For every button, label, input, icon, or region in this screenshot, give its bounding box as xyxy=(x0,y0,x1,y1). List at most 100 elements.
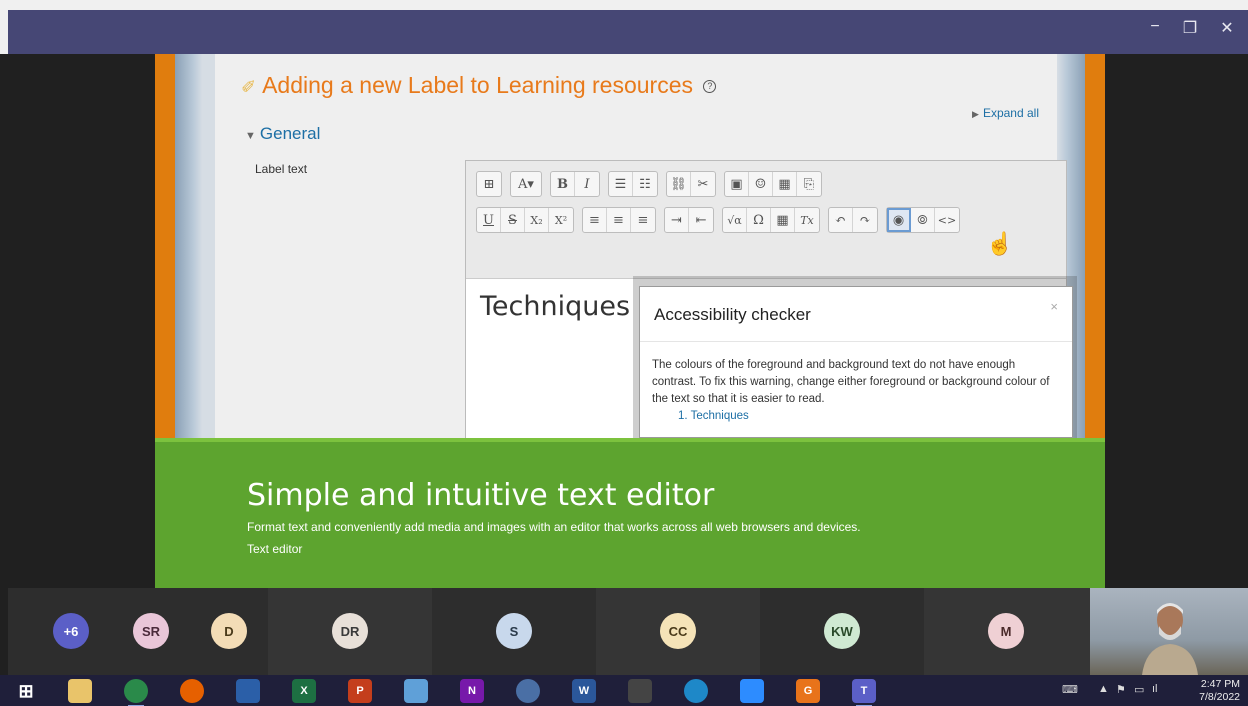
screenreader-helper-button[interactable]: ⦾ xyxy=(911,208,935,232)
participant-tile[interactable]: CC xyxy=(596,588,760,675)
italic-button[interactable]: I xyxy=(575,172,599,196)
participant-avatar[interactable]: D xyxy=(211,613,247,649)
subscript-button[interactable]: X₂ xyxy=(525,208,549,232)
strikethrough-button[interactable]: S xyxy=(501,208,525,232)
media-button[interactable]: ▦ xyxy=(773,172,797,196)
align-right-button[interactable]: ≡ xyxy=(631,208,655,232)
network-icon[interactable]: ⚑ xyxy=(1116,683,1126,696)
participant-tile[interactable]: M xyxy=(924,588,1090,675)
toolbar-group: ⛓ ✂ xyxy=(666,171,716,197)
powerpoint-icon[interactable]: P xyxy=(348,679,372,703)
toolbar-toggle-button[interactable]: ⊞ xyxy=(477,172,501,196)
maximize-button[interactable]: ❐ xyxy=(1175,18,1205,38)
shared-screen: ✐ Adding a new Label to Learning resource… xyxy=(8,54,1248,588)
windows-start-icon[interactable]: ⊞ xyxy=(14,679,38,703)
person-video-feed xyxy=(1142,603,1198,675)
bold-button[interactable]: B xyxy=(551,172,575,196)
word-icon[interactable]: W xyxy=(572,679,596,703)
participant-avatar: S xyxy=(496,613,532,649)
excel-icon[interactable]: X xyxy=(292,679,316,703)
align-center-button[interactable]: ≡ xyxy=(607,208,631,232)
editor-content-text: Techniques xyxy=(480,291,631,322)
manage-files-button[interactable]: ⎘ xyxy=(797,172,821,196)
special-character-button[interactable]: Ω xyxy=(747,208,771,232)
toolbar-group: ▣ ☺ ▦ ⎘ xyxy=(724,171,822,197)
vpn-icon[interactable] xyxy=(516,679,540,703)
banner-link-text: Text editor xyxy=(247,542,303,556)
participant-avatar: CC xyxy=(660,613,696,649)
font-style-button[interactable]: A▾ xyxy=(511,172,541,196)
toolbar-group: ↶ ↷ xyxy=(828,207,878,233)
triangle-right-icon: ▶ xyxy=(972,109,979,119)
toolbar-group: ◉ ⦾ <> xyxy=(886,207,960,233)
superscript-button[interactable]: X² xyxy=(549,208,573,232)
dialog-body: The colours of the foreground and backgr… xyxy=(652,357,1052,425)
indent-button[interactable]: ⇥ xyxy=(665,208,689,232)
toolbar-group: A▾ xyxy=(510,171,542,197)
equation-button[interactable]: √α xyxy=(723,208,747,232)
dialog-list-item-link[interactable]: 1. Techniques xyxy=(678,408,1052,425)
participant-tile[interactable]: +6 SR D xyxy=(8,588,268,675)
file-explorer-icon[interactable] xyxy=(68,679,92,703)
battery-icon[interactable]: ▭ xyxy=(1134,683,1144,696)
edge-icon[interactable] xyxy=(684,679,708,703)
participant-tile[interactable]: S xyxy=(432,588,596,675)
signal-icon[interactable]: ıl xyxy=(1152,683,1158,695)
participant-avatar: KW xyxy=(824,613,860,649)
keyboard-icon[interactable]: ⌨ xyxy=(1062,683,1078,696)
redo-button[interactable]: ↷ xyxy=(853,208,877,232)
underline-button[interactable]: U xyxy=(477,208,501,232)
dialog-close-button[interactable]: × xyxy=(1050,299,1058,314)
ordered-list-button[interactable]: ☷ xyxy=(633,172,657,196)
unordered-list-button[interactable]: ☰ xyxy=(609,172,633,196)
help-icon[interactable]: ? xyxy=(703,80,717,94)
table-button[interactable]: ▦ xyxy=(771,208,795,232)
onenote-icon[interactable]: N xyxy=(460,679,484,703)
toolbar-row-1: ⊞ A▾ B I ☰ ☷ ⛓ ✂ ▣ ☺ ▦ ⎘ xyxy=(476,171,822,197)
clear-formatting-button[interactable]: Tx xyxy=(795,208,819,232)
pdf-icon[interactable]: G xyxy=(796,679,820,703)
emoticon-button[interactable]: ☺ xyxy=(749,172,773,196)
participant-video[interactable] xyxy=(1090,588,1248,675)
align-left-button[interactable]: ≡ xyxy=(583,208,607,232)
notes-icon[interactable] xyxy=(404,679,428,703)
unlink-button[interactable]: ✂ xyxy=(691,172,715,196)
window-titlebar: − ❐ ✕ xyxy=(0,0,1248,54)
dialog-divider xyxy=(640,341,1072,342)
editor-toolbar: ⊞ A▾ B I ☰ ☷ ⛓ ✂ ▣ ☺ ▦ ⎘ U S X₂ X² ≡ ≡ ≡… xyxy=(466,161,1066,279)
page-title: ✐ Adding a new Label to Learning resource… xyxy=(241,72,717,99)
outdent-button[interactable]: ⇤ xyxy=(689,208,713,232)
toolbar-group: ☰ ☷ xyxy=(608,171,658,197)
participant-avatar[interactable]: +6 xyxy=(53,613,89,649)
undo-button[interactable]: ↶ xyxy=(829,208,853,232)
accessibility-checker-button[interactable]: ◉ xyxy=(887,208,911,232)
html-source-button[interactable]: <> xyxy=(935,208,959,232)
firefox-icon[interactable] xyxy=(180,679,204,703)
page-title-text: Adding a new Label to Learning resources xyxy=(262,72,693,98)
participant-tile[interactable]: DR xyxy=(268,588,432,675)
toolbar-group: ≡ ≡ ≡ xyxy=(582,207,656,233)
media-player-icon[interactable] xyxy=(236,679,260,703)
system-clock[interactable]: 2:47 PM 7/8/2022 xyxy=(1199,678,1240,704)
zoom-icon[interactable] xyxy=(740,679,764,703)
inkscape-icon[interactable] xyxy=(628,679,652,703)
image-button[interactable]: ▣ xyxy=(725,172,749,196)
participant-tile[interactable]: KW xyxy=(760,588,924,675)
caret-down-icon: ▼ xyxy=(245,130,256,142)
toolbar-group: ⇥ ⇤ xyxy=(664,207,714,233)
teams-icon[interactable]: T xyxy=(852,679,876,706)
clock-time: 2:47 PM xyxy=(1200,678,1240,690)
dialog-title: Accessibility checker xyxy=(654,305,811,324)
label-text-label: Label text xyxy=(255,162,308,176)
chevron-up-icon[interactable]: ▲ xyxy=(1098,683,1109,695)
close-button[interactable]: ✕ xyxy=(1212,18,1242,38)
link-button[interactable]: ⛓ xyxy=(667,172,691,196)
minimize-button[interactable]: − xyxy=(1140,18,1170,36)
chrome-icon[interactable] xyxy=(124,679,148,706)
participant-avatar[interactable]: SR xyxy=(133,613,169,649)
section-general-toggle[interactable]: ▼ General xyxy=(245,124,320,144)
participant-avatar: M xyxy=(988,613,1024,649)
expand-all-link[interactable]: ▶ Expand all xyxy=(972,106,1039,120)
participant-avatar: DR xyxy=(332,613,368,649)
banner-description: Format text and conveniently add media a… xyxy=(247,520,861,534)
